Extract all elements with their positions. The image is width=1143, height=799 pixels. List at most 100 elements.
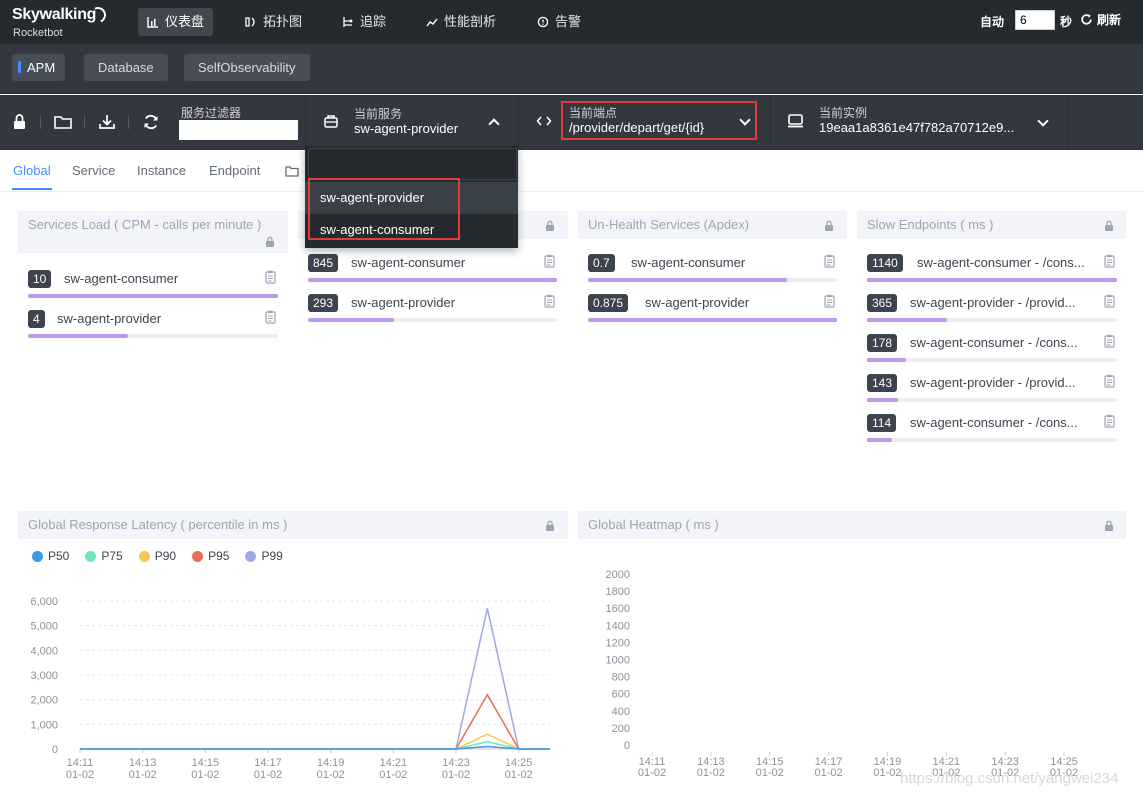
alarm-icon bbox=[537, 16, 549, 28]
x-tick-date: 01-02 bbox=[505, 769, 533, 781]
nav-label: 性能剖析 bbox=[444, 14, 497, 29]
value-badge: 365 bbox=[867, 294, 898, 312]
lock-icon[interactable] bbox=[545, 520, 555, 531]
nav-alarm[interactable]: 告警 bbox=[528, 8, 590, 36]
y-tick-label: 6,000 bbox=[30, 596, 58, 608]
legend-item[interactable]: P90 bbox=[138, 549, 176, 563]
list-item[interactable]: 10 sw-agent-consumer bbox=[28, 270, 278, 310]
list-item[interactable]: 0.875 sw-agent-provider bbox=[588, 294, 837, 334]
clipboard-icon[interactable] bbox=[544, 254, 555, 268]
lock-icon[interactable] bbox=[1104, 220, 1114, 231]
refresh-interval-input[interactable] bbox=[1015, 10, 1055, 30]
value-badge: 293 bbox=[308, 294, 339, 312]
series-line-p99[interactable] bbox=[80, 608, 550, 750]
nav-label: 告警 bbox=[555, 14, 582, 29]
y-tick-label: 1800 bbox=[606, 586, 630, 598]
list-item[interactable]: 143 sw-agent-provider - /provid... bbox=[867, 374, 1117, 414]
x-tick-label: 14:25 bbox=[505, 757, 533, 769]
x-tick-date: 01-02 bbox=[66, 769, 94, 781]
progress-track bbox=[588, 318, 837, 322]
folder-icon[interactable] bbox=[285, 165, 299, 177]
legend-item[interactable]: P99 bbox=[245, 549, 283, 563]
clipboard-icon[interactable] bbox=[1104, 414, 1115, 428]
y-tick-label: 1,000 bbox=[30, 719, 58, 731]
layer-label: APM bbox=[27, 60, 56, 75]
clipboard-icon[interactable] bbox=[1104, 334, 1115, 348]
tab-service[interactable]: Service bbox=[72, 163, 115, 178]
service-filter-input[interactable] bbox=[179, 120, 298, 140]
x-tick-label: 14:11 bbox=[67, 757, 94, 769]
latency-legend: P50 P75 P90 P95 P99 bbox=[32, 549, 283, 563]
refresh-button[interactable]: 刷新 bbox=[1080, 11, 1121, 28]
legend-item[interactable]: P75 bbox=[85, 549, 123, 563]
lock-icon[interactable] bbox=[1104, 520, 1114, 531]
nav-trace[interactable]: 追踪 bbox=[333, 8, 395, 36]
legend-marker bbox=[245, 550, 257, 562]
chevron-down-icon bbox=[739, 114, 751, 126]
clipboard-icon[interactable] bbox=[1104, 254, 1115, 268]
dropdown-item[interactable]: sw-agent-consumer bbox=[305, 214, 518, 246]
progress-track bbox=[867, 278, 1117, 282]
y-tick-label: 1400 bbox=[606, 620, 630, 632]
service-filter-label: 服务过滤器 bbox=[181, 106, 242, 120]
lock-icon[interactable] bbox=[545, 220, 555, 231]
clipboard-icon[interactable] bbox=[1104, 374, 1115, 388]
lock-icon[interactable] bbox=[10, 112, 30, 132]
current-endpoint-selector[interactable]: 当前端点 /provider/depart/get/{id} bbox=[518, 95, 770, 150]
layer-bar: APM Database SelfObservability bbox=[0, 44, 1143, 94]
list-item[interactable]: 178 sw-agent-consumer - /cons... bbox=[867, 334, 1117, 374]
current-service-selector[interactable]: 当前服务 sw-agent-provider bbox=[305, 95, 518, 150]
clipboard-icon[interactable] bbox=[1104, 294, 1115, 308]
series-line-p95[interactable] bbox=[80, 693, 550, 750]
list-item[interactable]: 293 sw-agent-provider bbox=[308, 294, 557, 334]
value-badge: 0.7 bbox=[588, 254, 615, 272]
instance-icon bbox=[788, 114, 803, 128]
layer-tab-database[interactable]: Database bbox=[84, 54, 168, 81]
y-tick-label: 4,000 bbox=[30, 645, 58, 657]
clipboard-icon[interactable] bbox=[824, 294, 835, 308]
download-icon[interactable] bbox=[97, 112, 117, 132]
clipboard-icon[interactable] bbox=[544, 294, 555, 308]
value-badge: 0.875 bbox=[588, 294, 629, 312]
watermark-text: https://blog.csdn.net/yangwei234 bbox=[900, 770, 1119, 787]
global-heatmap-chart: 020040060080010001200140016001800200014:… bbox=[606, 569, 1079, 779]
legend-marker bbox=[138, 550, 150, 562]
skywalking-logo[interactable]: Skywalking Rocketbot bbox=[12, 4, 109, 40]
folder-icon[interactable] bbox=[53, 112, 73, 132]
clipboard-icon[interactable] bbox=[824, 254, 835, 268]
dropdown-item[interactable]: sw-agent-provider bbox=[305, 182, 518, 214]
list-item[interactable]: 1140 sw-agent-consumer - /cons... bbox=[867, 254, 1117, 294]
legend-item[interactable]: P50 bbox=[32, 549, 69, 563]
nav-topology[interactable]: 拓扑图 bbox=[236, 8, 311, 36]
nav-dashboard[interactable]: 仪表盘 bbox=[138, 8, 214, 36]
clipboard-icon[interactable] bbox=[265, 310, 276, 324]
lock-icon[interactable] bbox=[824, 220, 834, 231]
reload-icon[interactable] bbox=[141, 112, 161, 132]
legend-label: P75 bbox=[101, 549, 123, 563]
progress-track bbox=[588, 278, 837, 282]
instance-label: 当前实例 bbox=[819, 106, 868, 120]
list-item[interactable]: 365 sw-agent-provider - /provid... bbox=[867, 294, 1117, 334]
list-item[interactable]: 4 sw-agent-provider bbox=[28, 310, 278, 350]
current-instance-selector[interactable]: 当前实例 19eaa1a8361e47f782a70712e9... bbox=[770, 95, 1068, 150]
dropdown-search-input[interactable] bbox=[308, 148, 517, 180]
tab-instance[interactable]: Instance bbox=[137, 163, 186, 178]
layer-tab-apm[interactable]: APM bbox=[12, 54, 66, 81]
nav-profile[interactable]: 性能剖析 bbox=[417, 8, 505, 36]
card-title: Slow Endpoints ( ms ) bbox=[867, 217, 994, 232]
tab-endpoint[interactable]: Endpoint bbox=[209, 163, 260, 178]
layer-tab-selfobservability[interactable]: SelfObservability bbox=[184, 54, 310, 81]
lock-icon[interactable] bbox=[265, 236, 275, 247]
row-label: sw-agent-provider - /provid... bbox=[910, 295, 1076, 310]
y-tick-label: 600 bbox=[612, 689, 630, 701]
list-item[interactable]: 845 sw-agent-consumer bbox=[308, 254, 557, 294]
tab-global[interactable]: Global bbox=[13, 163, 51, 178]
clipboard-icon[interactable] bbox=[265, 270, 276, 284]
endpoint-label: 当前端点 bbox=[569, 106, 618, 120]
toolbar-divider bbox=[84, 115, 85, 129]
progress-fill bbox=[28, 334, 128, 338]
legend-item[interactable]: P95 bbox=[192, 549, 229, 563]
list-item[interactable]: 0.7 sw-agent-consumer bbox=[588, 254, 837, 294]
auto-refresh-label[interactable]: 自动 bbox=[980, 13, 1004, 30]
list-item[interactable]: 114 sw-agent-consumer - /cons... bbox=[867, 414, 1117, 454]
